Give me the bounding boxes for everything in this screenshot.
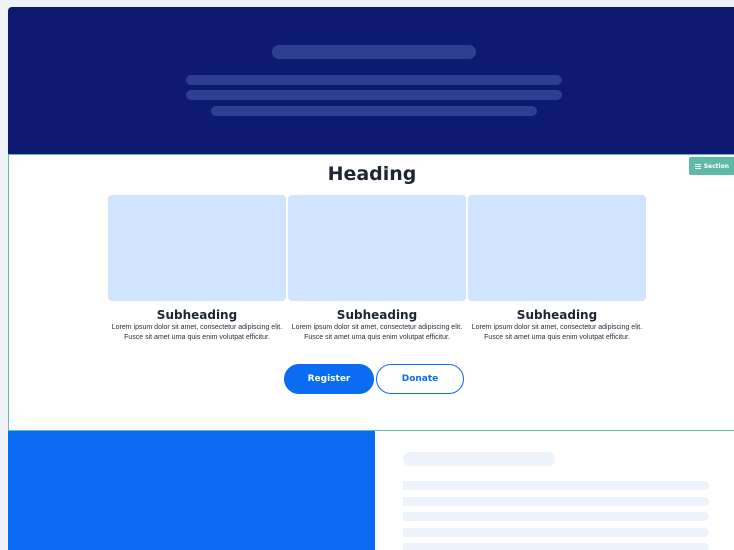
lower-text-placeholder <box>403 497 709 506</box>
image-placeholder[interactable] <box>108 195 286 301</box>
feature-column: Subheading Lorem ipsum dolor sit amet, c… <box>288 195 466 342</box>
hero-text-placeholder <box>211 106 537 116</box>
editor-canvas: Section Heading Subheading Lorem ipsum d… <box>8 7 734 550</box>
lower-text-placeholder <box>403 481 709 490</box>
hero-title-placeholder <box>272 45 476 59</box>
button-group: Register Donate <box>9 364 734 394</box>
column-text: Lorem ipsum dolor sit amet, consectetur … <box>291 324 463 341</box>
section-heading: Heading <box>327 163 417 185</box>
hero-section[interactable] <box>8 7 734 154</box>
column-subheading: Subheading <box>336 308 418 322</box>
hero-text-placeholder <box>186 90 562 100</box>
selected-section[interactable]: Section Heading Subheading Lorem ipsum d… <box>8 154 734 431</box>
image-placeholder[interactable] <box>468 195 646 301</box>
lower-text-placeholder <box>403 528 709 537</box>
column-subheading: Subheading <box>516 308 598 322</box>
feature-column: Subheading Lorem ipsum dolor sit amet, c… <box>108 195 286 342</box>
column-text: Lorem ipsum dolor sit amet, consectetur … <box>471 324 643 341</box>
register-button[interactable]: Register <box>284 364 374 394</box>
lower-text-placeholder <box>403 543 709 550</box>
feature-column: Subheading Lorem ipsum dolor sit amet, c… <box>468 195 646 342</box>
donate-button[interactable]: Donate <box>376 364 464 394</box>
image-placeholder[interactable] <box>288 195 466 301</box>
lower-text-placeholder <box>403 512 709 521</box>
lower-title-placeholder <box>403 452 555 466</box>
hero-text-placeholder <box>186 75 562 85</box>
column-subheading: Subheading <box>156 308 238 322</box>
lower-section-content[interactable] <box>375 431 734 550</box>
lower-section-media[interactable] <box>8 431 375 550</box>
column-text: Lorem ipsum dolor sit amet, consectetur … <box>111 324 283 341</box>
